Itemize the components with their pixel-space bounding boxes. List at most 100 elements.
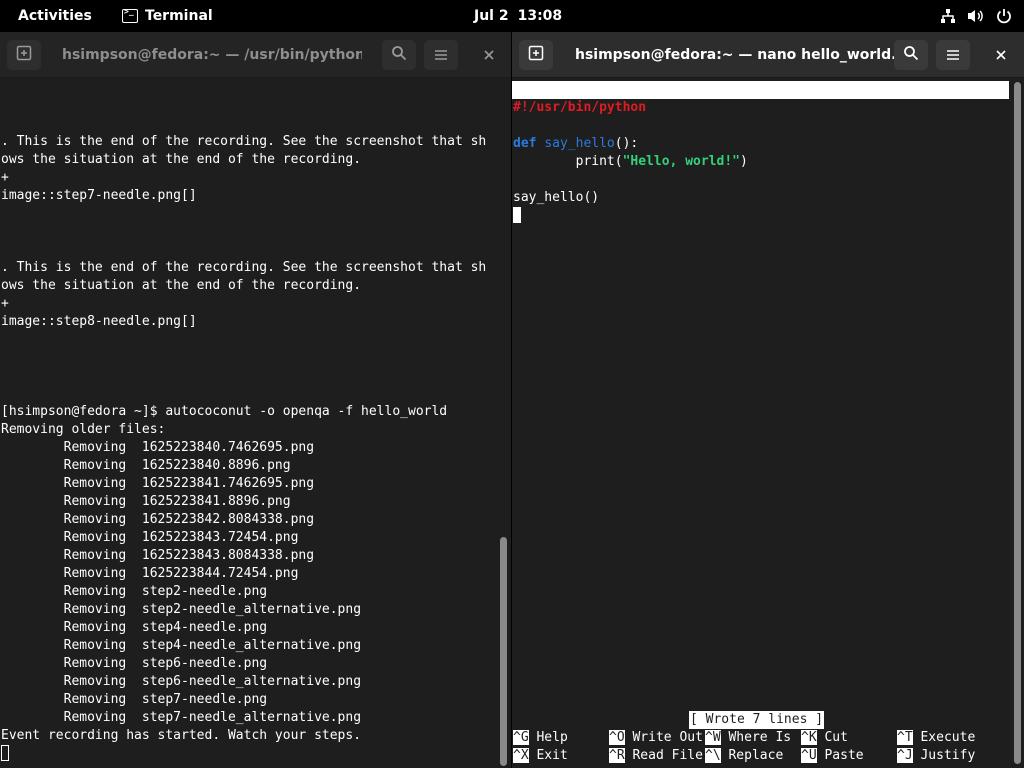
shortcut-key: ^O [609,730,625,745]
shortcut-key: ^X [513,748,529,763]
nano-shortcut: ^O Write Out [609,729,703,747]
def-rest: (): [614,136,639,151]
terminal-line: Removing step4-needle.png [1,620,268,635]
scrollbar[interactable] [1014,82,1021,764]
nano-title-bar: GNU nano 5.6.1 hello_world.py [512,81,1009,133]
hamburger-menu-icon [434,46,448,65]
new-tab-icon [528,45,544,65]
terminal-line: Removing step6-needle.png [1,656,268,671]
activities-button[interactable]: Activities [18,0,92,32]
text-cursor [513,207,521,223]
shortcut-label: Execute [912,730,976,745]
terminal-line: Removing 1625223843.8084338.png [1,548,315,563]
app-menu-terminal[interactable]: Terminal [122,0,213,32]
terminal-line: Removing step6-needle_alternative.png [1,674,362,689]
menu-button[interactable] [424,40,458,70]
top-bar: Activities Terminal Jul 2 13:08 [0,0,1024,32]
terminal-line: image::step8-needle.png[] [1,314,197,329]
function-name: say_hello [544,136,615,151]
shortcut-key: ^T [897,730,913,745]
nano-shortcut: ^G Help [513,729,568,747]
terminal-window-right[interactable]: hsimpson@fedora:~ — nano hello_world.py … [512,32,1024,768]
nano-shortcut: ^K Cut [801,729,848,747]
shortcut-key: ^U [801,748,817,763]
search-icon [391,45,407,65]
search-button[interactable] [382,40,416,70]
clock[interactable]: Jul 2 13:08 [474,0,562,32]
nano-shortcut: ^U Paste [801,747,864,765]
shortcut-label: Exit [528,748,568,763]
shortcut-key: ^G [513,730,529,745]
terminal-line: Removing 1625223840.8896.png [1,458,291,473]
code-line-call: say_hello() [513,190,600,205]
shortcut-label: Read File [624,748,703,763]
nano-editor[interactable]: GNU nano 5.6.1 hello_world.py #!/usr/bin… [512,79,1010,768]
terminal-line: Removing step7-needle_alternative.png [1,710,362,725]
hamburger-menu-icon [946,46,960,65]
terminal-line: image::step7-needle.png[] [1,188,197,203]
close-icon [995,46,1007,65]
new-tab-button[interactable] [519,40,553,70]
terminal-line: Removing older files: [1,422,166,437]
terminal-line: . This is the end of the recording. See … [1,260,487,275]
window-title: hsimpson@fedora:~ — /usr/bin/python3 /..… [62,47,362,63]
terminal-line: ows the situation at the end of the reco… [1,152,362,167]
shortcut-label: Replace [720,748,784,763]
menu-button[interactable] [936,40,970,70]
shortcut-key: ^\ [705,748,721,763]
terminal-line: + [1,170,9,185]
search-button[interactable] [894,40,928,70]
terminal-cursor [1,745,9,761]
shortcut-key: ^J [897,748,913,763]
terminal-line: Removing step2-needle.png [1,584,268,599]
shortcut-label: Help [528,730,568,745]
nano-shortcut: ^\ Replace [705,747,783,765]
app-name: Terminal [145,8,213,24]
code-line-print: print("Hello, world!") [513,153,748,171]
code-line-shebang: #!/usr/bin/python [513,100,647,115]
window-title: hsimpson@fedora:~ — nano hello_world.py [575,47,895,63]
terminal-line: Removing 1625223841.7462695.png [1,476,315,491]
shortcut-label: Cut [816,730,848,745]
terminal-line: Removing 1625223840.7462695.png [1,440,315,455]
terminal-line: Event recording has started. Watch your … [1,728,362,743]
nano-shortcut: ^W Where Is [705,729,791,747]
header-bar: hsimpson@fedora:~ — nano hello_world.py [512,32,1024,78]
terminal-line: Removing 1625223843.72454.png [1,530,299,545]
scrollbar[interactable] [500,537,507,766]
search-icon [903,45,919,65]
new-tab-button[interactable] [7,40,41,70]
shortcut-key: ^W [705,730,721,745]
nano-shortcut: ^J Justify [897,747,975,765]
header-bar: hsimpson@fedora:~ — /usr/bin/python3 /..… [0,32,511,78]
terminal-line: Removing step7-needle.png [1,692,268,707]
close-button[interactable] [474,40,504,70]
terminal-line: Removing step2-needle_alternative.png [1,602,362,617]
print-call: print( [513,154,623,169]
terminal-output[interactable]: . This is the end of the recording. See … [1,79,497,768]
network-icon [940,8,956,24]
close-button[interactable] [986,40,1016,70]
time-label: 13:08 [517,8,563,24]
terminal-window-left[interactable]: hsimpson@fedora:~ — /usr/bin/python3 /..… [0,32,511,768]
terminal-line: Removing 1625223841.8896.png [1,494,291,509]
code-line-def: def say_hello(): [513,135,638,153]
shortcut-label: Where Is [720,730,792,745]
terminal-line [1,745,497,763]
shortcut-key: ^R [609,748,625,763]
date-label: Jul 2 [474,8,509,24]
shortcut-label: Paste [816,748,864,763]
terminal-line: ows the situation at the end of the reco… [1,278,362,293]
keyword-def: def [513,136,537,151]
system-menu[interactable] [940,0,1012,32]
terminal-line: [hsimpson@fedora ~]$ autococonut -o open… [1,404,448,419]
